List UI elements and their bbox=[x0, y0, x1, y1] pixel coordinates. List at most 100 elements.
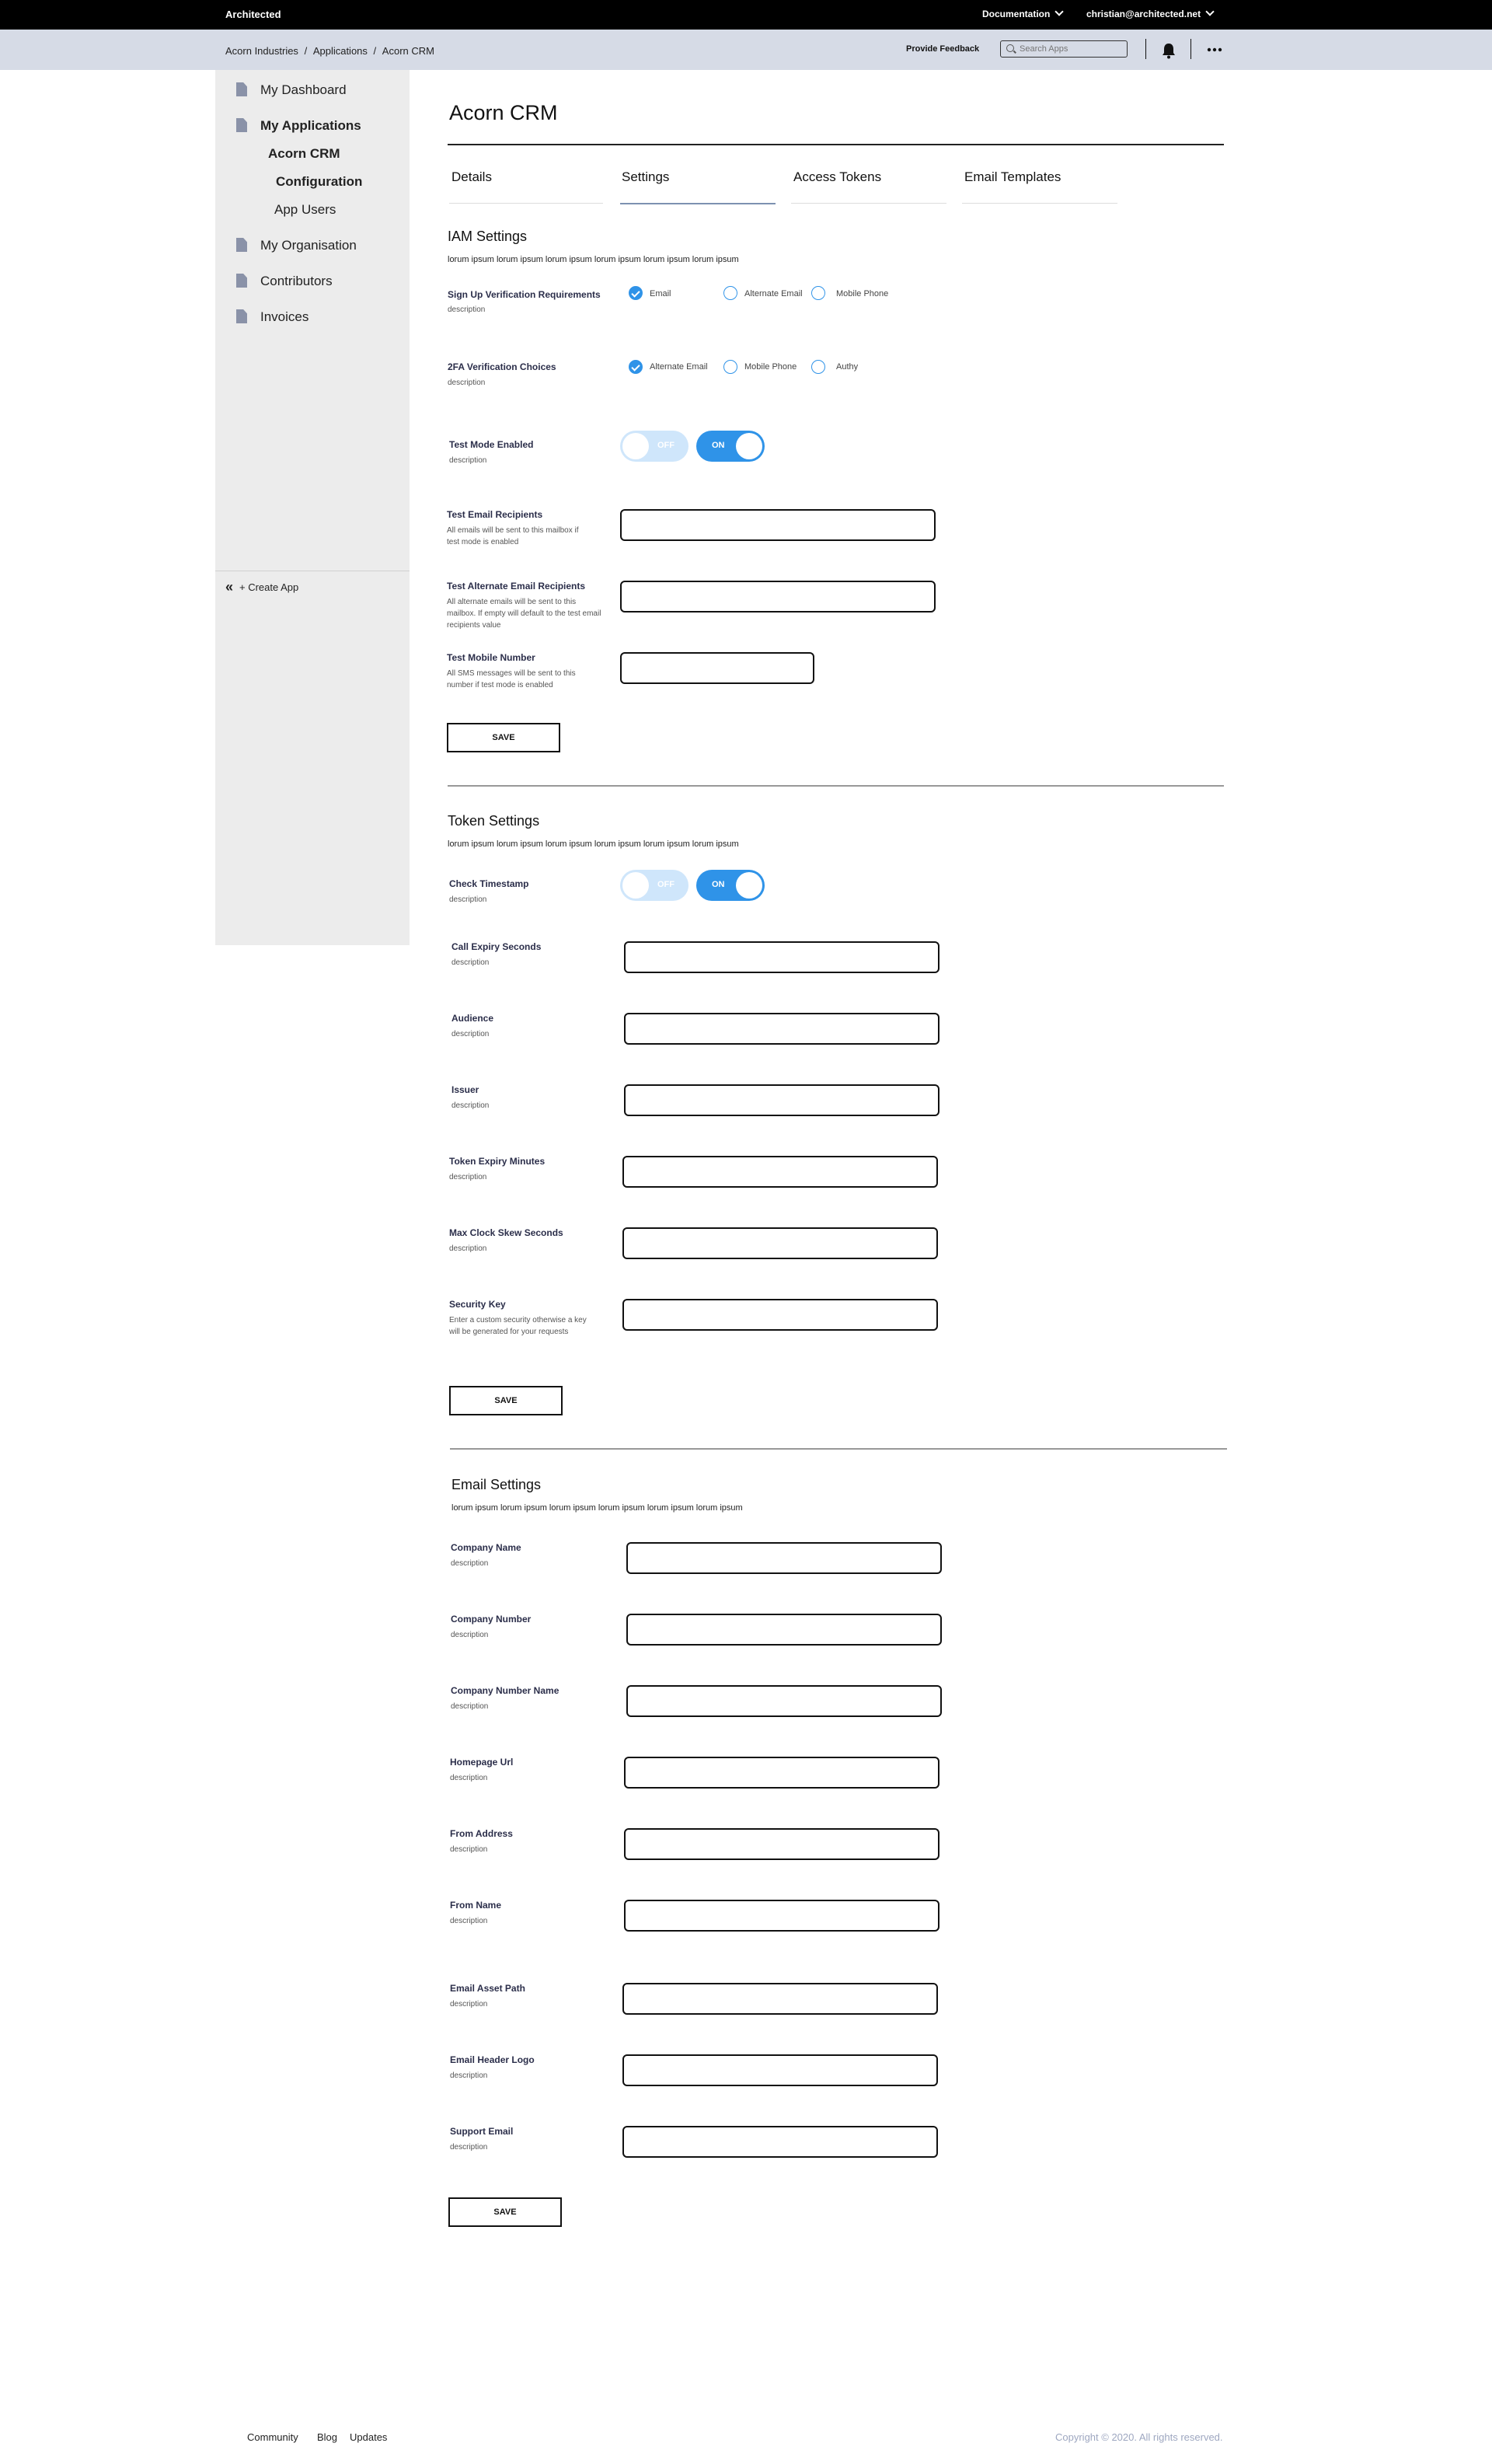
from-address-input[interactable] bbox=[626, 1830, 938, 1858]
tab-details[interactable]: Details bbox=[451, 169, 492, 185]
radio-email-checked[interactable] bbox=[629, 286, 643, 300]
issuer-input[interactable] bbox=[626, 1086, 938, 1115]
call-expiry-field[interactable] bbox=[624, 941, 939, 973]
iam-save-button[interactable]: SAVE bbox=[447, 723, 560, 752]
homepage-url-field[interactable] bbox=[624, 1757, 939, 1789]
user-email: christian@architected.net bbox=[1086, 9, 1201, 19]
audience-field[interactable] bbox=[624, 1013, 939, 1045]
bell-icon[interactable] bbox=[1161, 42, 1177, 59]
from-name-desc: description bbox=[450, 1917, 488, 1925]
divider bbox=[1190, 39, 1191, 59]
check-timestamp-off-toggle[interactable]: OFF bbox=[620, 870, 688, 901]
audience-desc: description bbox=[451, 1030, 490, 1038]
chevron-down-icon bbox=[1055, 7, 1065, 16]
max-clock-skew-field[interactable] bbox=[622, 1227, 938, 1259]
breadcrumb-item-app[interactable]: Acorn CRM bbox=[382, 45, 434, 57]
company-name-field[interactable] bbox=[626, 1542, 942, 1574]
check-timestamp-on-toggle[interactable]: ON bbox=[696, 870, 765, 901]
support-email-input[interactable] bbox=[624, 2127, 936, 2156]
sidebar-item-contributors[interactable]: Contributors bbox=[260, 274, 333, 289]
search-box[interactable] bbox=[1000, 40, 1128, 58]
company-number-desc: description bbox=[451, 1631, 489, 1639]
from-address-field[interactable] bbox=[624, 1828, 939, 1860]
from-name-field[interactable] bbox=[624, 1900, 939, 1932]
from-address-label: From Address bbox=[450, 1828, 513, 1839]
copyright-text: Copyright © 2020. All rights reserved. bbox=[1055, 2431, 1223, 2443]
test-email-field[interactable] bbox=[620, 509, 936, 541]
tab-access-tokens[interactable]: Access Tokens bbox=[793, 169, 881, 185]
company-number-name-input[interactable] bbox=[628, 1687, 940, 1715]
sidebar-item-invoices[interactable]: Invoices bbox=[260, 309, 309, 325]
breadcrumb-separator: / bbox=[373, 45, 377, 57]
email-save-button[interactable]: SAVE bbox=[448, 2197, 562, 2227]
test-alt-email-input[interactable] bbox=[622, 582, 934, 611]
sidebar-item-configuration[interactable]: Configuration bbox=[276, 174, 362, 190]
toggle-knob bbox=[736, 872, 762, 899]
radio-label: Email bbox=[650, 289, 671, 298]
sidebar-item-dashboard[interactable]: My Dashboard bbox=[260, 82, 347, 98]
footer-link-updates[interactable]: Updates bbox=[350, 2431, 387, 2443]
sidebar-item-organisation[interactable]: My Organisation bbox=[260, 238, 357, 253]
homepage-url-input[interactable] bbox=[626, 1758, 938, 1787]
breadcrumb-item-applications[interactable]: Applications bbox=[313, 45, 368, 57]
email-asset-path-field[interactable] bbox=[622, 1983, 938, 2015]
sidebar bbox=[215, 70, 410, 945]
radio-mobile-phone[interactable] bbox=[811, 286, 825, 300]
audience-input[interactable] bbox=[626, 1014, 938, 1043]
breadcrumb-item-organisation[interactable]: Acorn Industries bbox=[225, 45, 298, 57]
radio-alternate-email[interactable] bbox=[723, 286, 737, 300]
security-key-field[interactable] bbox=[622, 1299, 938, 1331]
create-app-button[interactable]: « + Create App bbox=[225, 578, 298, 595]
test-email-input[interactable] bbox=[622, 511, 934, 539]
company-number-input[interactable] bbox=[628, 1615, 940, 1644]
email-asset-path-input[interactable] bbox=[624, 1984, 936, 2013]
test-mode-on-toggle[interactable]: ON bbox=[696, 431, 765, 462]
signup-verification-label: Sign Up Verification Requirements bbox=[448, 289, 601, 300]
test-mode-off-toggle[interactable]: OFF bbox=[620, 431, 688, 462]
max-clock-skew-label: Max Clock Skew Seconds bbox=[449, 1227, 563, 1238]
collapse-icon[interactable]: « bbox=[225, 579, 233, 595]
call-expiry-input[interactable] bbox=[626, 943, 938, 972]
breadcrumb: Acorn Industries / Applications / Acorn … bbox=[225, 45, 434, 57]
token-expiry-input[interactable] bbox=[624, 1157, 936, 1186]
test-mobile-input[interactable] bbox=[622, 654, 813, 682]
footer-link-blog[interactable]: Blog bbox=[317, 2431, 337, 2443]
test-mobile-field[interactable] bbox=[620, 652, 814, 684]
sidebar-item-applications[interactable]: My Applications bbox=[260, 118, 361, 134]
search-input[interactable] bbox=[1020, 43, 1121, 55]
tab-email-templates[interactable]: Email Templates bbox=[964, 169, 1061, 185]
company-name-input[interactable] bbox=[628, 1544, 940, 1572]
from-name-input[interactable] bbox=[626, 1901, 938, 1930]
divider bbox=[1145, 39, 1146, 59]
radio-alternate-email-checked[interactable] bbox=[629, 360, 643, 374]
radio-label: Authy bbox=[836, 362, 859, 372]
token-expiry-field[interactable] bbox=[622, 1156, 938, 1188]
brand-logo[interactable]: Architected bbox=[225, 9, 281, 20]
sidebar-item-app-users[interactable]: App Users bbox=[274, 202, 336, 218]
tab-settings[interactable]: Settings bbox=[622, 169, 669, 185]
max-clock-skew-input[interactable] bbox=[624, 1229, 936, 1258]
iam-settings-title: IAM Settings bbox=[448, 229, 528, 244]
radio-mobile-phone[interactable] bbox=[723, 360, 737, 374]
security-key-input[interactable] bbox=[624, 1300, 936, 1329]
token-expiry-label: Token Expiry Minutes bbox=[449, 1156, 546, 1167]
user-menu[interactable]: christian@architected.net bbox=[1086, 7, 1215, 19]
email-header-logo-input[interactable] bbox=[624, 2056, 936, 2085]
sidebar-item-acorn-crm[interactable]: Acorn CRM bbox=[268, 146, 340, 162]
email-header-logo-field[interactable] bbox=[622, 2054, 938, 2086]
documentation-menu[interactable]: Documentation bbox=[982, 7, 1065, 19]
call-expiry-desc: description bbox=[451, 958, 490, 967]
call-expiry-label: Call Expiry Seconds bbox=[451, 941, 542, 952]
more-options-icon[interactable] bbox=[1206, 42, 1223, 58]
token-save-button[interactable]: SAVE bbox=[449, 1386, 563, 1415]
radio-authy[interactable] bbox=[811, 360, 825, 374]
issuer-field[interactable] bbox=[624, 1084, 939, 1116]
test-alt-email-field[interactable] bbox=[620, 581, 936, 613]
iam-settings-desc: lorum ipsum lorum ipsum lorum ipsum loru… bbox=[448, 255, 739, 264]
toggle-off-label: OFF bbox=[657, 441, 675, 450]
company-number-name-field[interactable] bbox=[626, 1685, 942, 1717]
support-email-field[interactable] bbox=[622, 2126, 938, 2158]
company-number-field[interactable] bbox=[626, 1614, 942, 1646]
provide-feedback-link[interactable]: Provide Feedback bbox=[906, 44, 979, 54]
footer-link-community[interactable]: Community bbox=[247, 2431, 298, 2443]
